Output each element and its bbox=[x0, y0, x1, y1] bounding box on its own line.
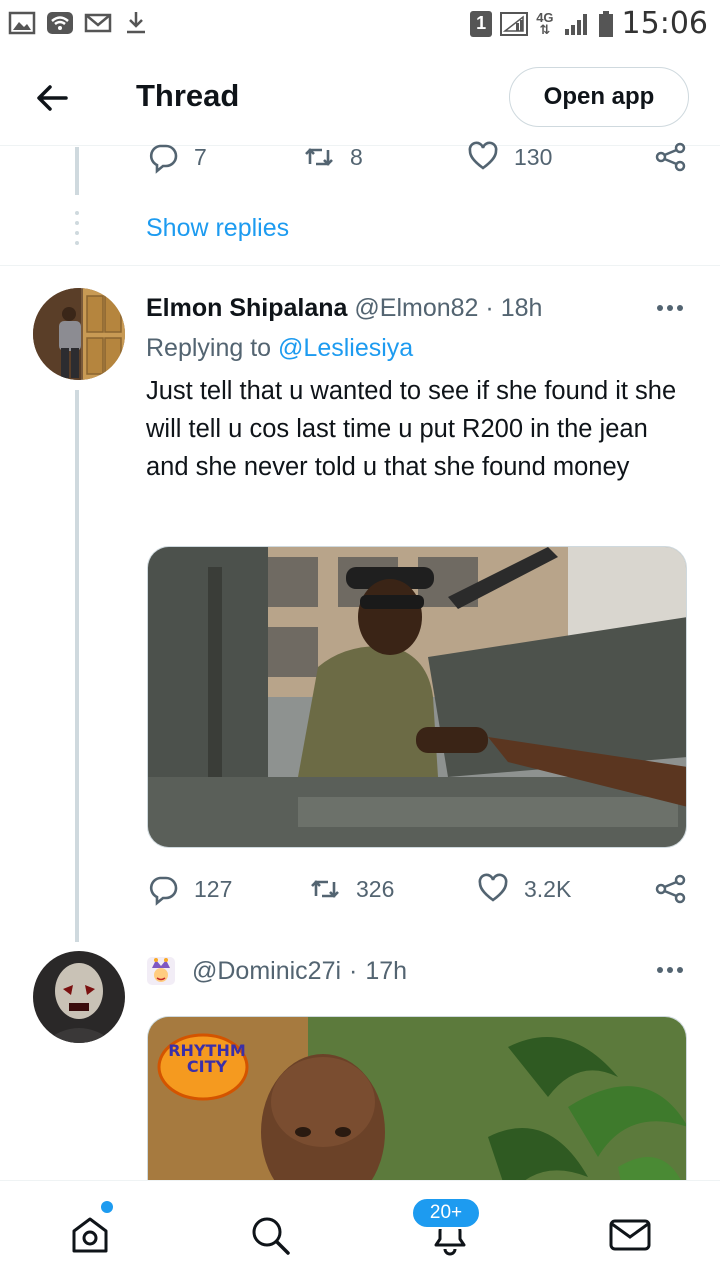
share-button[interactable] bbox=[654, 140, 688, 174]
share-icon bbox=[655, 142, 686, 172]
retweet-icon bbox=[305, 148, 333, 166]
home-new-dot bbox=[101, 1201, 113, 1213]
display-name[interactable]: Elmon Shipalana bbox=[146, 294, 347, 322]
more-replies-dots bbox=[75, 211, 79, 245]
tweet-time: 18h bbox=[500, 294, 543, 322]
tweet-time: 17h bbox=[365, 956, 408, 985]
status-bar: 1 4G ⇅ 15:06 bbox=[0, 0, 720, 48]
wifi-icon bbox=[47, 12, 73, 34]
like-count: 3.2K bbox=[524, 875, 572, 902]
retweet-count: 8 bbox=[350, 143, 363, 170]
heart-icon bbox=[468, 141, 498, 170]
retweet-button[interactable]: 326 bbox=[308, 872, 394, 906]
search-icon[interactable] bbox=[248, 1213, 292, 1257]
tweet-image[interactable] bbox=[147, 546, 687, 848]
signal-icon bbox=[500, 11, 529, 36]
separator-dot: · bbox=[349, 956, 358, 985]
divider bbox=[0, 265, 720, 266]
like-button[interactable]: 130 bbox=[466, 140, 552, 174]
tweet-header: Elmon Shipalana @Elmon82 · 18h bbox=[146, 294, 542, 323]
reply-icon bbox=[149, 144, 178, 174]
rhythm-city-logo: RHYTHM CITY bbox=[168, 1041, 246, 1076]
sim-badge: 1 bbox=[470, 10, 493, 37]
retweet-count: 326 bbox=[356, 875, 395, 902]
mention-link[interactable]: @Lesliesiya bbox=[278, 334, 413, 362]
user-handle[interactable]: @Elmon82 bbox=[354, 294, 478, 322]
share-button[interactable] bbox=[654, 872, 688, 906]
download-icon bbox=[127, 12, 145, 34]
tweet-header: @Dominic27i · 17h bbox=[146, 956, 407, 986]
clock: 15:06 bbox=[621, 6, 708, 41]
reply-button[interactable]: 127 bbox=[146, 872, 232, 906]
like-count: 130 bbox=[514, 143, 553, 170]
jester-emoji-icon bbox=[147, 957, 175, 985]
reply-icon bbox=[149, 876, 178, 906]
separator-dot: · bbox=[485, 294, 494, 322]
reply-count: 127 bbox=[194, 875, 233, 902]
back-arrow-icon[interactable] bbox=[32, 78, 72, 118]
reply-count: 7 bbox=[194, 143, 207, 170]
cell-signal-icon bbox=[564, 13, 587, 35]
retweet-button[interactable]: 8 bbox=[302, 140, 363, 174]
network-type: 4G ⇅ bbox=[536, 9, 554, 37]
avatar[interactable] bbox=[33, 288, 125, 380]
replying-prefix: Replying to bbox=[146, 334, 272, 362]
thread-line bbox=[75, 147, 79, 195]
avatar[interactable] bbox=[33, 951, 125, 1043]
mail-icon bbox=[84, 13, 112, 33]
tweet-text: Just tell that u wanted to see if she fo… bbox=[146, 377, 677, 481]
more-options-icon[interactable] bbox=[650, 960, 690, 980]
like-button[interactable]: 3.2K bbox=[476, 872, 571, 906]
home-icon[interactable] bbox=[68, 1213, 112, 1257]
replying-to: Replying to @Lesliesiya bbox=[146, 334, 413, 363]
bottom-navigation: 20+ bbox=[0, 1180, 720, 1280]
heart-icon bbox=[478, 873, 508, 902]
notifications-badge: 20+ bbox=[411, 1197, 481, 1229]
open-app-button[interactable]: Open app bbox=[509, 67, 689, 127]
retweet-icon bbox=[311, 880, 339, 898]
battery-icon bbox=[598, 10, 613, 37]
reply-button[interactable]: 7 bbox=[146, 140, 207, 174]
share-icon bbox=[655, 874, 686, 904]
user-handle[interactable]: @Dominic27i bbox=[192, 957, 341, 986]
thread-line bbox=[75, 390, 79, 942]
show-replies-link[interactable]: Show replies bbox=[146, 214, 289, 243]
page-title: Thread bbox=[136, 78, 240, 113]
more-options-icon[interactable] bbox=[650, 298, 690, 318]
previous-tweet-actions: 7 8 130 bbox=[146, 140, 692, 180]
tweet-actions: 127 326 3.2K bbox=[146, 872, 692, 912]
messages-icon[interactable] bbox=[608, 1213, 652, 1257]
gallery-icon bbox=[8, 11, 36, 35]
top-app-bar: Thread Open app bbox=[0, 48, 720, 146]
